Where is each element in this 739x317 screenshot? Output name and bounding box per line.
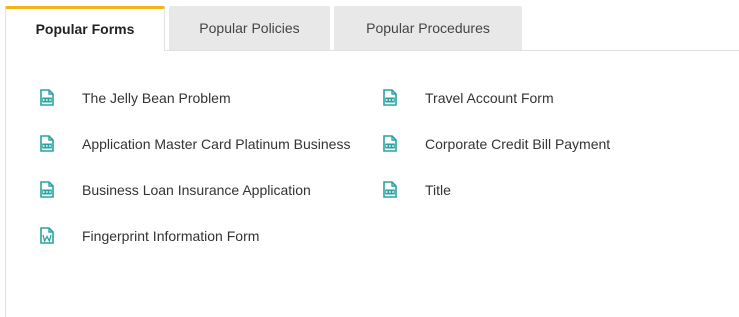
popular-content-widget: Popular Forms Popular Policies Popular P…: [0, 0, 739, 317]
form-item-fingerprint-information[interactable]: Fingerprint Information Form: [40, 227, 350, 273]
tab-popular-policies[interactable]: Popular Policies: [169, 6, 330, 50]
form-item-label: The Jelly Bean Problem: [82, 90, 231, 106]
pdf-document-icon: [40, 181, 54, 198]
form-item-label: Title: [425, 182, 451, 198]
form-item-travel-account[interactable]: Travel Account Form: [383, 89, 610, 135]
word-document-icon: [40, 227, 54, 244]
tab-popular-forms[interactable]: Popular Forms: [5, 6, 165, 51]
pdf-document-icon: [40, 135, 54, 152]
pdf-document-icon: [40, 89, 54, 106]
form-item-corporate-credit-bill[interactable]: Corporate Credit Bill Payment: [383, 135, 610, 181]
form-item-label: Application Master Card Platinum Busines…: [82, 136, 351, 152]
forms-list-left: The Jelly Bean Problem Application Maste…: [40, 89, 350, 273]
form-item-jelly-bean-problem[interactable]: The Jelly Bean Problem: [40, 89, 350, 135]
pdf-document-icon: [383, 181, 397, 198]
forms-panel: The Jelly Bean Problem Application Maste…: [5, 51, 739, 317]
pdf-document-icon: [383, 135, 397, 152]
tab-bar: Popular Forms Popular Policies Popular P…: [5, 6, 739, 51]
form-item-label: Business Loan Insurance Application: [82, 182, 311, 198]
tab-label: Popular Procedures: [366, 20, 490, 36]
form-item-title[interactable]: Title: [383, 181, 610, 227]
form-item-application-master-card[interactable]: Application Master Card Platinum Busines…: [40, 135, 350, 181]
form-item-label: Fingerprint Information Form: [82, 228, 260, 244]
form-item-label: Corporate Credit Bill Payment: [425, 136, 611, 152]
tab-popular-procedures[interactable]: Popular Procedures: [334, 6, 522, 50]
pdf-document-icon: [383, 89, 397, 106]
tab-label: Popular Forms: [35, 20, 135, 37]
form-item-label: Travel Account Form: [425, 90, 554, 106]
form-item-business-loan-insurance[interactable]: Business Loan Insurance Application: [40, 181, 350, 227]
forms-list-right: Travel Account Form Corporate Credit Bil…: [383, 89, 610, 227]
tab-label: Popular Policies: [199, 20, 300, 36]
